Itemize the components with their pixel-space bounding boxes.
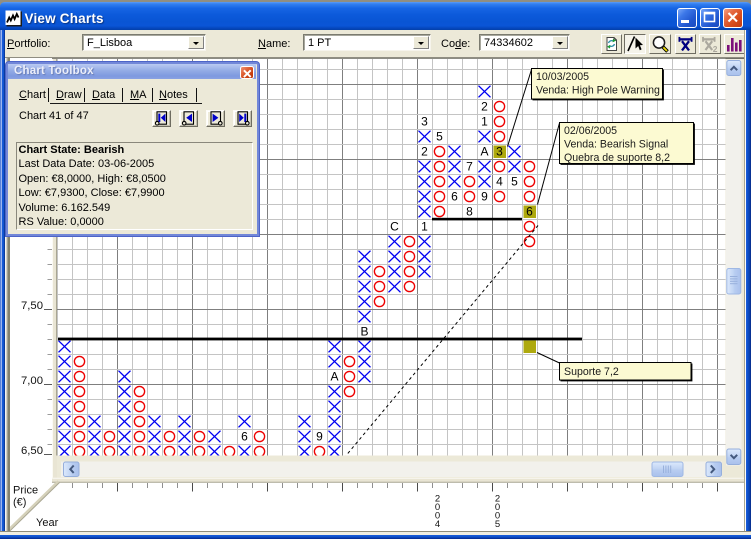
svg-text:(€): (€) [13, 497, 26, 509]
svg-text:Venda: High Pole Warning: Venda: High Pole Warning [536, 84, 660, 96]
svg-text:9: 9 [316, 430, 323, 444]
svg-text:Venda: Bearish Signal: Venda: Bearish Signal [564, 138, 668, 150]
svg-text:5: 5 [495, 519, 500, 530]
svg-text:4: 4 [435, 519, 440, 530]
svg-text:7,50: 7,50 [21, 300, 43, 312]
svg-text:9: 9 [481, 190, 488, 204]
svg-text:4: 4 [496, 175, 503, 189]
svg-text:6: 6 [241, 430, 248, 444]
svg-text:A: A [480, 145, 488, 159]
svg-text:2: 2 [481, 100, 488, 114]
svg-text:1: 1 [481, 115, 488, 129]
svg-text:Price: Price [13, 485, 38, 497]
svg-text:5: 5 [436, 130, 443, 144]
svg-text:6: 6 [526, 205, 533, 219]
svg-text:A: A [330, 370, 338, 384]
svg-text:2: 2 [712, 44, 717, 53]
svg-text:7: 7 [466, 160, 473, 174]
svg-text:5: 5 [511, 175, 518, 189]
svg-text:3: 3 [421, 115, 428, 129]
svg-text:B: B [360, 325, 368, 339]
svg-text:6: 6 [451, 190, 458, 204]
svg-text:C: C [390, 220, 399, 234]
svg-text:Year: Year [36, 517, 59, 529]
svg-text:Suporte 7,2: Suporte 7,2 [564, 366, 619, 378]
svg-text:1: 1 [421, 220, 428, 234]
svg-text:3: 3 [496, 145, 503, 159]
svg-text:2: 2 [421, 145, 428, 159]
svg-text:02/06/2005: 02/06/2005 [564, 125, 617, 137]
svg-text:10/03/2005: 10/03/2005 [536, 71, 589, 83]
svg-text:8: 8 [466, 205, 473, 219]
svg-text:7,00: 7,00 [21, 375, 43, 387]
svg-text:Quebra de suporte 8,2: Quebra de suporte 8,2 [564, 152, 670, 164]
svg-text:6,50: 6,50 [21, 445, 43, 457]
